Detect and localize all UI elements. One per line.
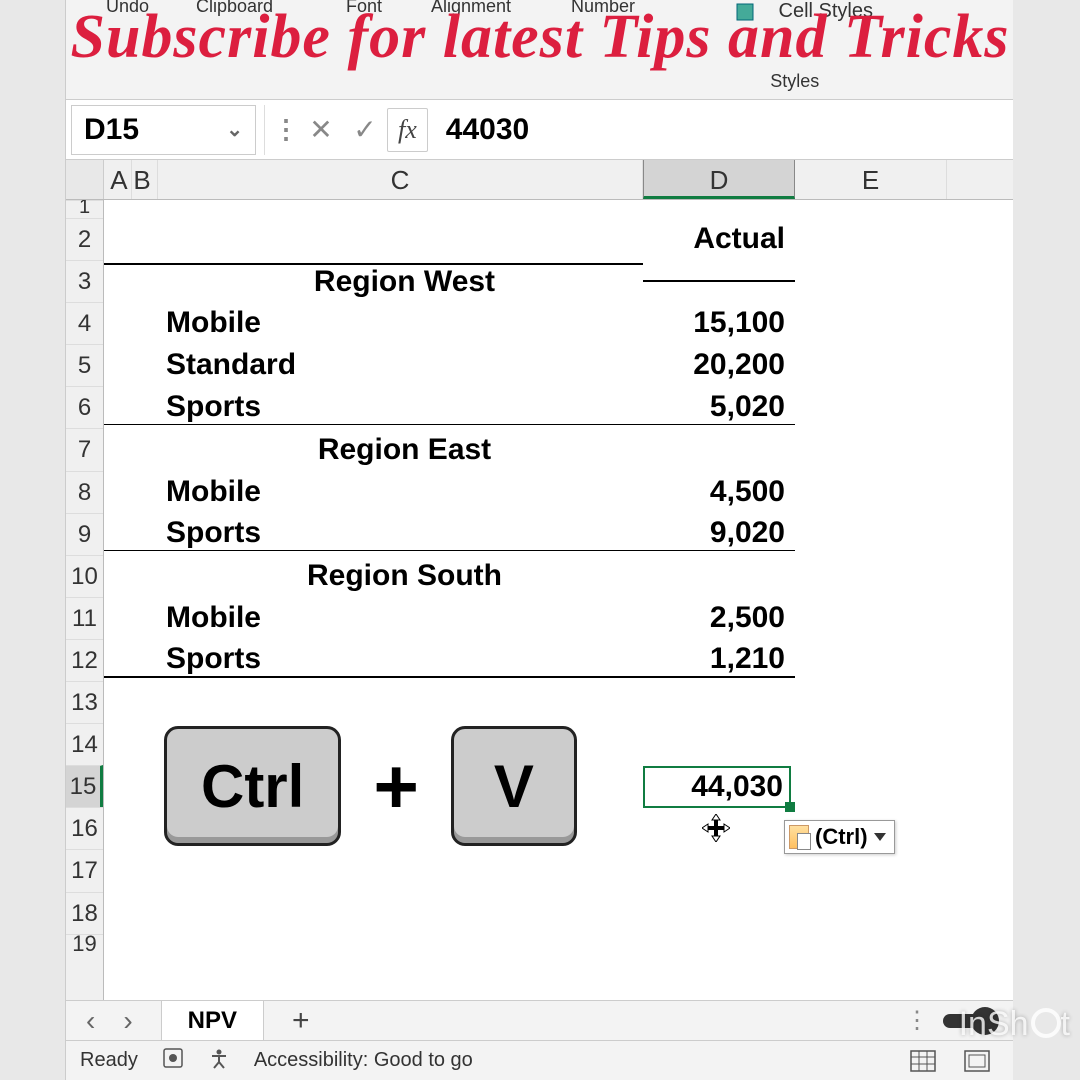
row-header-12[interactable]: 12 xyxy=(66,639,103,681)
row-header-2[interactable]: 2 xyxy=(66,218,103,260)
row-header-11[interactable]: 11 xyxy=(66,597,103,639)
accessibility-icon[interactable] xyxy=(208,1047,230,1075)
tab-prev-button[interactable]: ‹ xyxy=(86,1005,95,1037)
column-header-d[interactable]: D xyxy=(643,160,795,199)
more-icon[interactable]: ⋮ xyxy=(273,114,299,145)
status-ready: Ready xyxy=(80,1049,138,1072)
fill-handle[interactable] xyxy=(785,802,795,812)
name-box[interactable]: D15 ⌄ xyxy=(71,105,256,155)
column-header-c[interactable]: C xyxy=(158,160,643,199)
insert-function-button[interactable]: fx xyxy=(387,108,428,152)
row-header-13[interactable]: 13 xyxy=(66,681,103,723)
row-header-4[interactable]: 4 xyxy=(66,302,103,344)
add-sheet-button[interactable]: + xyxy=(292,1004,310,1038)
row-header-14[interactable]: 14 xyxy=(66,723,103,765)
page-layout-view-button[interactable] xyxy=(961,1047,993,1075)
ctrl-key: Ctrl xyxy=(164,726,341,846)
cell-c9[interactable]: Sports xyxy=(104,516,643,551)
row-header-6[interactable]: 6 xyxy=(66,386,103,428)
cell-d5[interactable]: 20,200 xyxy=(643,348,795,382)
status-bar: Ready Accessibility: Good to go xyxy=(66,1040,1013,1080)
selected-cell-d15[interactable]: 44,030 xyxy=(643,766,791,808)
grid: 1 2 3 4 5 6 7 8 9 10 11 12 13 14 15 16 1… xyxy=(66,200,1013,1000)
cell-region-west[interactable]: Region West xyxy=(104,263,643,299)
accept-formula-button[interactable]: ✓ xyxy=(343,108,387,152)
cell-c12[interactable]: Sports xyxy=(104,642,643,678)
ribbon: Undo Clipboard Font Alignment Number Cel… xyxy=(66,0,1013,100)
cell-d9[interactable]: 9,020 xyxy=(643,516,795,551)
row-header-19[interactable]: 19 xyxy=(66,934,103,956)
cell-styles-button[interactable]: Cell Styles xyxy=(735,0,873,23)
cell-region-south[interactable]: Region South xyxy=(104,559,643,593)
cell-d2[interactable]: Actual xyxy=(643,222,795,256)
cell-c11[interactable]: Mobile xyxy=(104,601,643,635)
cells-area[interactable]: Actual Region West Mobile15,100 Standard… xyxy=(104,200,1013,1000)
row-header-7[interactable]: 7 xyxy=(66,428,103,470)
ribbon-group-undo: Undo xyxy=(106,0,149,17)
row-header-16[interactable]: 16 xyxy=(66,807,103,849)
paste-options-tag[interactable]: (Ctrl) xyxy=(784,820,895,854)
cell-c4[interactable]: Mobile xyxy=(104,306,643,340)
zoom-slider[interactable] xyxy=(943,1014,993,1028)
ribbon-group-clipboard: Clipboard xyxy=(196,0,273,17)
row-headers: 1 2 3 4 5 6 7 8 9 10 11 12 13 14 15 16 1… xyxy=(66,200,104,1000)
excel-window: Undo Clipboard Font Alignment Number Cel… xyxy=(65,0,1013,1080)
chevron-down-icon xyxy=(874,833,886,841)
ribbon-group-alignment: Alignment xyxy=(431,0,511,17)
keyboard-shortcut-illustration: Ctrl + V xyxy=(164,726,577,846)
ribbon-group-font: Font xyxy=(346,0,382,17)
cancel-formula-button[interactable]: ✕ xyxy=(299,108,343,152)
cell-c5[interactable]: Standard xyxy=(104,348,643,382)
ribbon-group-number: Number xyxy=(571,0,635,17)
cell-d8[interactable]: 4,500 xyxy=(643,475,795,509)
status-accessibility: Accessibility: Good to go xyxy=(254,1049,473,1072)
row-header-3[interactable]: 3 xyxy=(66,260,103,302)
cell-styles-icon xyxy=(735,2,755,22)
column-header-ab[interactable]: A B xyxy=(104,160,158,199)
cell-region-east[interactable]: Region East xyxy=(104,433,643,467)
row-header-8[interactable]: 8 xyxy=(66,471,103,513)
plus-sign: + xyxy=(373,741,419,832)
formula-bar: D15 ⌄ ⋮ ✕ ✓ fx 44030 xyxy=(66,100,1013,160)
row-header-15[interactable]: 15 xyxy=(66,765,103,807)
more-icon[interactable]: ⋮ xyxy=(905,1006,929,1035)
column-header-e[interactable]: E xyxy=(795,160,947,199)
ribbon-styles-label: Styles xyxy=(770,71,819,92)
paste-icon xyxy=(789,825,809,849)
cell-d4[interactable]: 15,100 xyxy=(643,306,795,340)
row-header-17[interactable]: 17 xyxy=(66,849,103,891)
formula-input[interactable]: 44030 xyxy=(446,113,1013,147)
column-headers: A B C D E xyxy=(66,160,1013,200)
sheet-tabs: ‹ › NPV + ⋮ xyxy=(66,1000,1013,1040)
tab-next-button[interactable]: › xyxy=(123,1005,132,1037)
sheet-tab-npv[interactable]: NPV xyxy=(161,1000,264,1041)
row-header-18[interactable]: 18 xyxy=(66,892,103,934)
cell-d11[interactable]: 2,500 xyxy=(643,601,795,635)
cell-d12[interactable]: 1,210 xyxy=(643,642,795,678)
v-key: V xyxy=(451,726,577,846)
cursor-crosshair-icon xyxy=(702,814,730,849)
row-header-5[interactable]: 5 xyxy=(66,344,103,386)
select-all-corner[interactable] xyxy=(66,160,104,199)
cell-c6[interactable]: Sports xyxy=(104,390,643,425)
cell-c8[interactable]: Mobile xyxy=(104,475,643,509)
normal-view-button[interactable] xyxy=(907,1047,939,1075)
row-header-9[interactable]: 9 xyxy=(66,513,103,555)
macro-recorder-icon[interactable] xyxy=(162,1047,184,1075)
ribbon-styles-group: Cell Styles Styles xyxy=(717,0,873,100)
row-header-1[interactable]: 1 xyxy=(66,200,103,218)
row-header-10[interactable]: 10 xyxy=(66,555,103,597)
cell-d6[interactable]: 5,020 xyxy=(643,390,795,425)
chevron-down-icon: ⌄ xyxy=(226,117,243,142)
